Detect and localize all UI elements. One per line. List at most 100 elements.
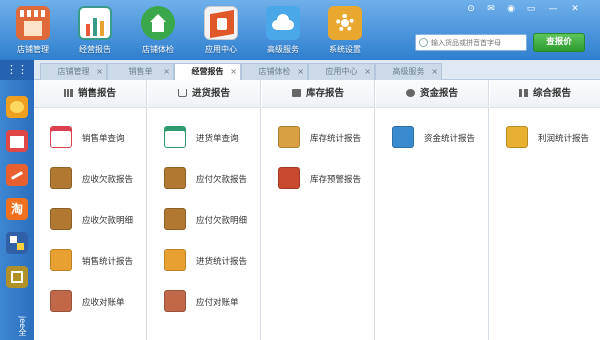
column-title: 综合报告: [532, 88, 571, 99]
puzzle-icon[interactable]: [6, 232, 28, 254]
window-mode-icon[interactable]: ▭: [524, 3, 538, 15]
item-label: 销售统计报告: [82, 257, 134, 267]
item-label: 应收欠款报告: [82, 175, 134, 185]
item-label: 应付欠款明细: [196, 216, 248, 226]
calendar-icon[interactable]: [6, 130, 28, 152]
item-label: 库存预警报告: [310, 175, 362, 185]
item-label: 应付欠款报告: [196, 175, 248, 185]
tab-label: 经营报告: [191, 67, 224, 76]
stock-warning-icon: [278, 167, 300, 189]
tab-close-icon[interactable]: ×: [297, 64, 304, 79]
coins-icon[interactable]: [6, 96, 28, 118]
list-item-payable-detail[interactable]: 应付欠款明细: [164, 208, 259, 234]
tab-close-icon[interactable]: ×: [230, 64, 237, 79]
tab-close-icon[interactable]: ×: [163, 64, 170, 79]
tab-advanced-service[interactable]: 高级服务 ×: [375, 63, 442, 80]
report-panel: 销售报告 销售单查询 应收欠款报告 应收欠款明细 销售统计报告 应收对账单 进货…: [34, 80, 600, 340]
toolbar-label: 店铺管理: [17, 45, 49, 54]
tab-app-center[interactable]: 应用中心 ×: [308, 63, 375, 80]
storefront-icon: [16, 6, 50, 40]
item-label: 应付对账单: [196, 298, 239, 308]
grid-menu-icon[interactable]: ⋮⋮: [0, 60, 34, 80]
item-label: 库存统计报告: [310, 134, 362, 144]
help-icon[interactable]: ⊙: [464, 3, 478, 15]
toolbar-label: 店铺体检: [142, 45, 174, 54]
grid-icon: [518, 89, 528, 97]
cart-icon: [177, 89, 187, 97]
list-item-stock-warning[interactable]: 库存预警报告: [278, 167, 373, 193]
bar-chart-icon: [63, 89, 73, 97]
stock-stats-icon: [278, 126, 300, 148]
toolbar-business-report-button[interactable]: 经营报告: [68, 6, 122, 58]
column-title: 库存报告: [305, 88, 344, 99]
payable-detail-icon: [164, 208, 186, 230]
funds-icon: [405, 89, 415, 97]
tab-close-icon[interactable]: ×: [96, 64, 103, 79]
funds-stats-icon: [392, 126, 414, 148]
column-title: 资金报告: [419, 88, 458, 99]
toolbar-system-settings-button[interactable]: 系统设置: [318, 6, 372, 58]
home-check-icon: [141, 6, 175, 40]
receivable-report-icon: [50, 167, 72, 189]
tab-store-management[interactable]: 店铺管理 ×: [40, 63, 107, 80]
list-item-payable-statement[interactable]: 应付对账单: [164, 290, 259, 316]
item-label: 进货统计报告: [196, 257, 248, 267]
search-icon: [419, 38, 428, 47]
tab-store-checkup[interactable]: 店铺体检 ×: [241, 63, 308, 80]
mail-icon[interactable]: ✉: [484, 3, 498, 15]
sales-report-column: 销售报告 销售单查询 应收欠款报告 应收欠款明细 销售统计报告 应收对账单: [34, 80, 147, 340]
column-header: 综合报告: [490, 80, 600, 108]
tab-close-icon[interactable]: ×: [364, 64, 371, 79]
list-item-payable-report[interactable]: 应付欠款报告: [164, 167, 259, 193]
list-item-profit-stats[interactable]: 利润统计报告: [506, 126, 600, 152]
close-icon[interactable]: ✕: [568, 3, 582, 15]
column-header: 资金报告: [376, 80, 488, 108]
skin-icon[interactable]: ◉: [504, 3, 518, 15]
comprehensive-report-column: 综合报告 利润统计报告: [490, 80, 600, 340]
toolbar-store-management-button[interactable]: 店铺管理: [6, 6, 60, 58]
list-item-stock-stats[interactable]: 库存统计报告: [278, 126, 373, 152]
toolbar-label: 应用中心: [205, 45, 237, 54]
taobao-icon[interactable]: 淘: [6, 198, 28, 220]
tab-label: 销售单: [128, 67, 153, 76]
item-label: 销售单查询: [82, 134, 125, 144]
toolbar-app-center-button[interactable]: 应用中心: [194, 6, 248, 58]
search-input[interactable]: [431, 36, 525, 49]
sales-stats-icon: [50, 249, 72, 271]
app-center-icon: [204, 6, 238, 40]
purchase-report-column: 进货报告 进货单查询 应付欠款报告 应付欠款明细 进货统计报告 应付对账单: [148, 80, 261, 340]
list-item-purchase-stats[interactable]: 进货统计报告: [164, 249, 259, 275]
tab-close-icon[interactable]: ×: [431, 64, 438, 79]
list-item-sales-stats[interactable]: 销售统计报告: [50, 249, 145, 275]
cloud-icon: [266, 6, 300, 40]
minimize-icon[interactable]: —: [546, 3, 560, 15]
payable-statement-icon: [164, 290, 186, 312]
tab-business-report[interactable]: 经营报告 ×: [174, 63, 241, 81]
list-item-sales-query[interactable]: 销售单查询: [50, 126, 145, 152]
toolbar-store-checkup-button[interactable]: 店铺体检: [131, 6, 185, 58]
search-price-button[interactable]: 查报价: [533, 33, 585, 52]
payable-report-icon: [164, 167, 186, 189]
receivable-statement-icon: [50, 290, 72, 312]
profit-stats-icon: [506, 126, 528, 148]
column-title: 进货报告: [191, 88, 230, 99]
list-item-receivable-statement[interactable]: 应收对账单: [50, 290, 145, 316]
item-label: 利润统计报告: [538, 134, 590, 144]
tab-sales-order[interactable]: 销售单 ×: [107, 63, 174, 80]
list-item-receivable-detail[interactable]: 应收欠款明细: [50, 208, 145, 234]
tab-label: 店铺管理: [57, 67, 90, 76]
item-label: 进货单查询: [196, 134, 239, 144]
list-item-receivable-report[interactable]: 应收欠款报告: [50, 167, 145, 193]
list-item-funds-stats[interactable]: 资金统计报告: [392, 126, 487, 152]
tab-label: 店铺体检: [258, 67, 291, 76]
toolbar-advanced-service-button[interactable]: 高级服务: [256, 6, 310, 58]
toolbar-label: 系统设置: [329, 45, 361, 54]
chart-icon[interactable]: [6, 164, 28, 186]
sidebar-vertical-text: jee全: [18, 315, 27, 337]
purchase-query-icon: [164, 126, 186, 148]
list-item-purchase-query[interactable]: 进货单查询: [164, 126, 259, 152]
sales-query-icon: [50, 126, 72, 148]
ledger-icon[interactable]: [6, 266, 28, 288]
column-header: 库存报告: [262, 80, 374, 108]
column-title: 销售报告: [77, 88, 116, 99]
